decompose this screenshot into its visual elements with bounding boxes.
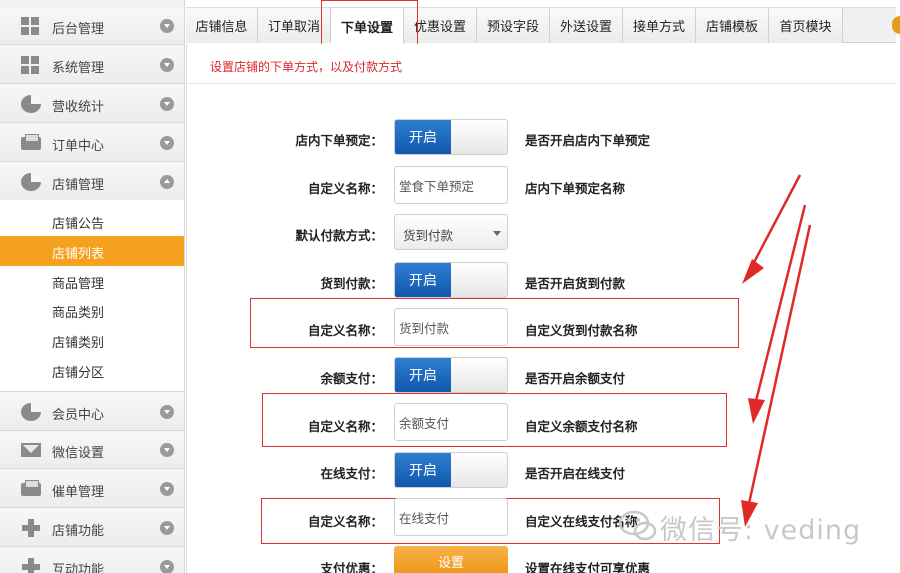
wechat-logo-icon bbox=[618, 510, 657, 541]
annotation-arrowhead-2 bbox=[748, 398, 765, 424]
watermark-text: 微信号: veding bbox=[660, 515, 862, 546]
app-root: 后台管理 系统管理 营收统计 订单中心 店铺管理 店铺公告 店铺列表 商品管理 bbox=[0, 0, 900, 573]
annotation-arrowhead-1 bbox=[742, 259, 764, 284]
annotation-arrow-2 bbox=[753, 204, 807, 406]
annotation-arrows bbox=[741, 174, 812, 527]
wechat-watermark: 微信号: veding bbox=[618, 506, 878, 546]
